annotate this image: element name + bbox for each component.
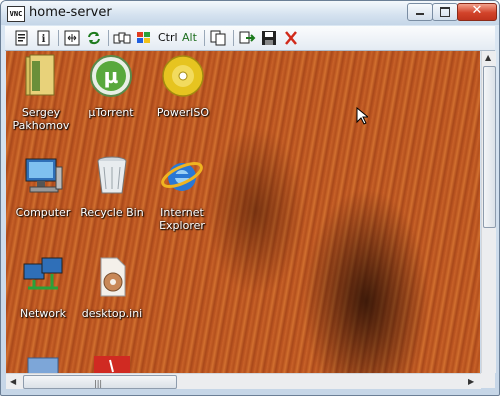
settings-file-icon (100, 257, 126, 297)
vnc-app-icon: VNC (7, 6, 25, 22)
horizontal-scrollbar[interactable]: ◀ ||| ▶ (6, 373, 481, 389)
transfer-files-icon[interactable] (238, 29, 256, 47)
desktop-icon-desktop-ini[interactable]: desktop.ini (77, 254, 147, 320)
desktop-icon-label: PowerISO (156, 106, 210, 119)
vertical-scroll-thumb[interactable] (483, 66, 496, 228)
toolbar-separator (204, 30, 205, 46)
close-button[interactable]: ✕ (457, 3, 497, 21)
vertical-scrollbar[interactable]: ▲ (481, 51, 496, 373)
maximize-icon (440, 7, 450, 17)
svg-text:µ: µ (104, 64, 119, 88)
desktop-icon-sergey-pakhomov[interactable]: Sergey Pakhomov (6, 53, 76, 132)
desktop-icon-label: Recycle Bin (80, 206, 144, 219)
folder-icon (25, 54, 55, 96)
scroll-right-arrow-icon[interactable]: ▶ (468, 377, 474, 386)
desktop-icon-recycle-bin[interactable]: Recycle Bin (77, 153, 147, 219)
horizontal-scroll-thumb[interactable]: ||| (23, 375, 177, 389)
minimize-icon (416, 13, 424, 15)
toolbar-separator (58, 30, 59, 46)
maximize-button[interactable] (432, 3, 458, 21)
desktop-icon-label: µTorrent (88, 106, 134, 119)
mouse-cursor-icon (356, 107, 368, 125)
partial-desktop-icon[interactable] (24, 354, 64, 373)
desktop-icon-label: Computer (15, 206, 71, 219)
utorrent-icon: µ (90, 55, 132, 97)
poweriso-icon (162, 55, 204, 97)
alt-key-button[interactable]: Alt (182, 31, 197, 44)
desktop-icon-label: Internet Explorer (159, 206, 205, 232)
disconnect-icon[interactable] (282, 29, 300, 47)
toolbar-separator (233, 30, 234, 46)
connection-info-icon[interactable]: i (35, 29, 53, 47)
minimize-button[interactable] (407, 3, 433, 21)
scroll-up-arrow-icon[interactable]: ▲ (485, 53, 491, 62)
toolbar-separator (108, 30, 109, 46)
options-icon[interactable] (13, 29, 31, 47)
internet-explorer-icon (161, 162, 203, 191)
scroll-left-arrow-icon[interactable]: ◀ (10, 377, 16, 386)
computer-icon (25, 158, 63, 193)
window-title: home-server (29, 5, 112, 20)
ctrl-alt-del-icon[interactable] (113, 29, 131, 47)
remote-desktop[interactable]: Sergey Pakhomov µ µTorrent PowerISO Comp… (6, 51, 480, 373)
fullscreen-icon[interactable] (63, 29, 81, 47)
vnc-viewer-window: VNC home-server ✕ i Ctrl Alt Sergey Pakh… (0, 0, 500, 396)
scroll-grip-icon: ||| (94, 379, 103, 388)
title-bar[interactable]: VNC home-server ✕ (1, 1, 499, 25)
desktop-icon-network[interactable]: Network (8, 254, 78, 320)
ctrl-key-button[interactable]: Ctrl (158, 31, 178, 44)
toolbar: i Ctrl Alt (5, 26, 495, 51)
desktop-icon-internet-explorer[interactable]: Internet Explorer (147, 153, 217, 232)
close-icon: ✕ (471, 3, 483, 18)
recycle-bin-icon (97, 156, 127, 194)
svg-text:i: i (42, 34, 46, 45)
resize-corner[interactable] (481, 373, 495, 388)
desktop-icon-poweriso[interactable]: PowerISO (148, 53, 218, 119)
clipboard-icon[interactable] (209, 29, 227, 47)
desktop-icon-utorrent[interactable]: µ µTorrent (76, 53, 146, 119)
network-icon (23, 257, 63, 290)
refresh-icon[interactable] (85, 29, 103, 47)
save-icon[interactable] (260, 29, 278, 47)
desktop-icon-computer[interactable]: Computer (8, 153, 78, 219)
desktop-icon-label: Sergey Pakhomov (12, 106, 70, 132)
partial-desktop-icon[interactable] (92, 354, 132, 373)
start-menu-icon[interactable] (135, 29, 153, 47)
desktop-icon-label: desktop.ini (81, 307, 143, 320)
desktop-icon-label: Network (20, 307, 66, 320)
